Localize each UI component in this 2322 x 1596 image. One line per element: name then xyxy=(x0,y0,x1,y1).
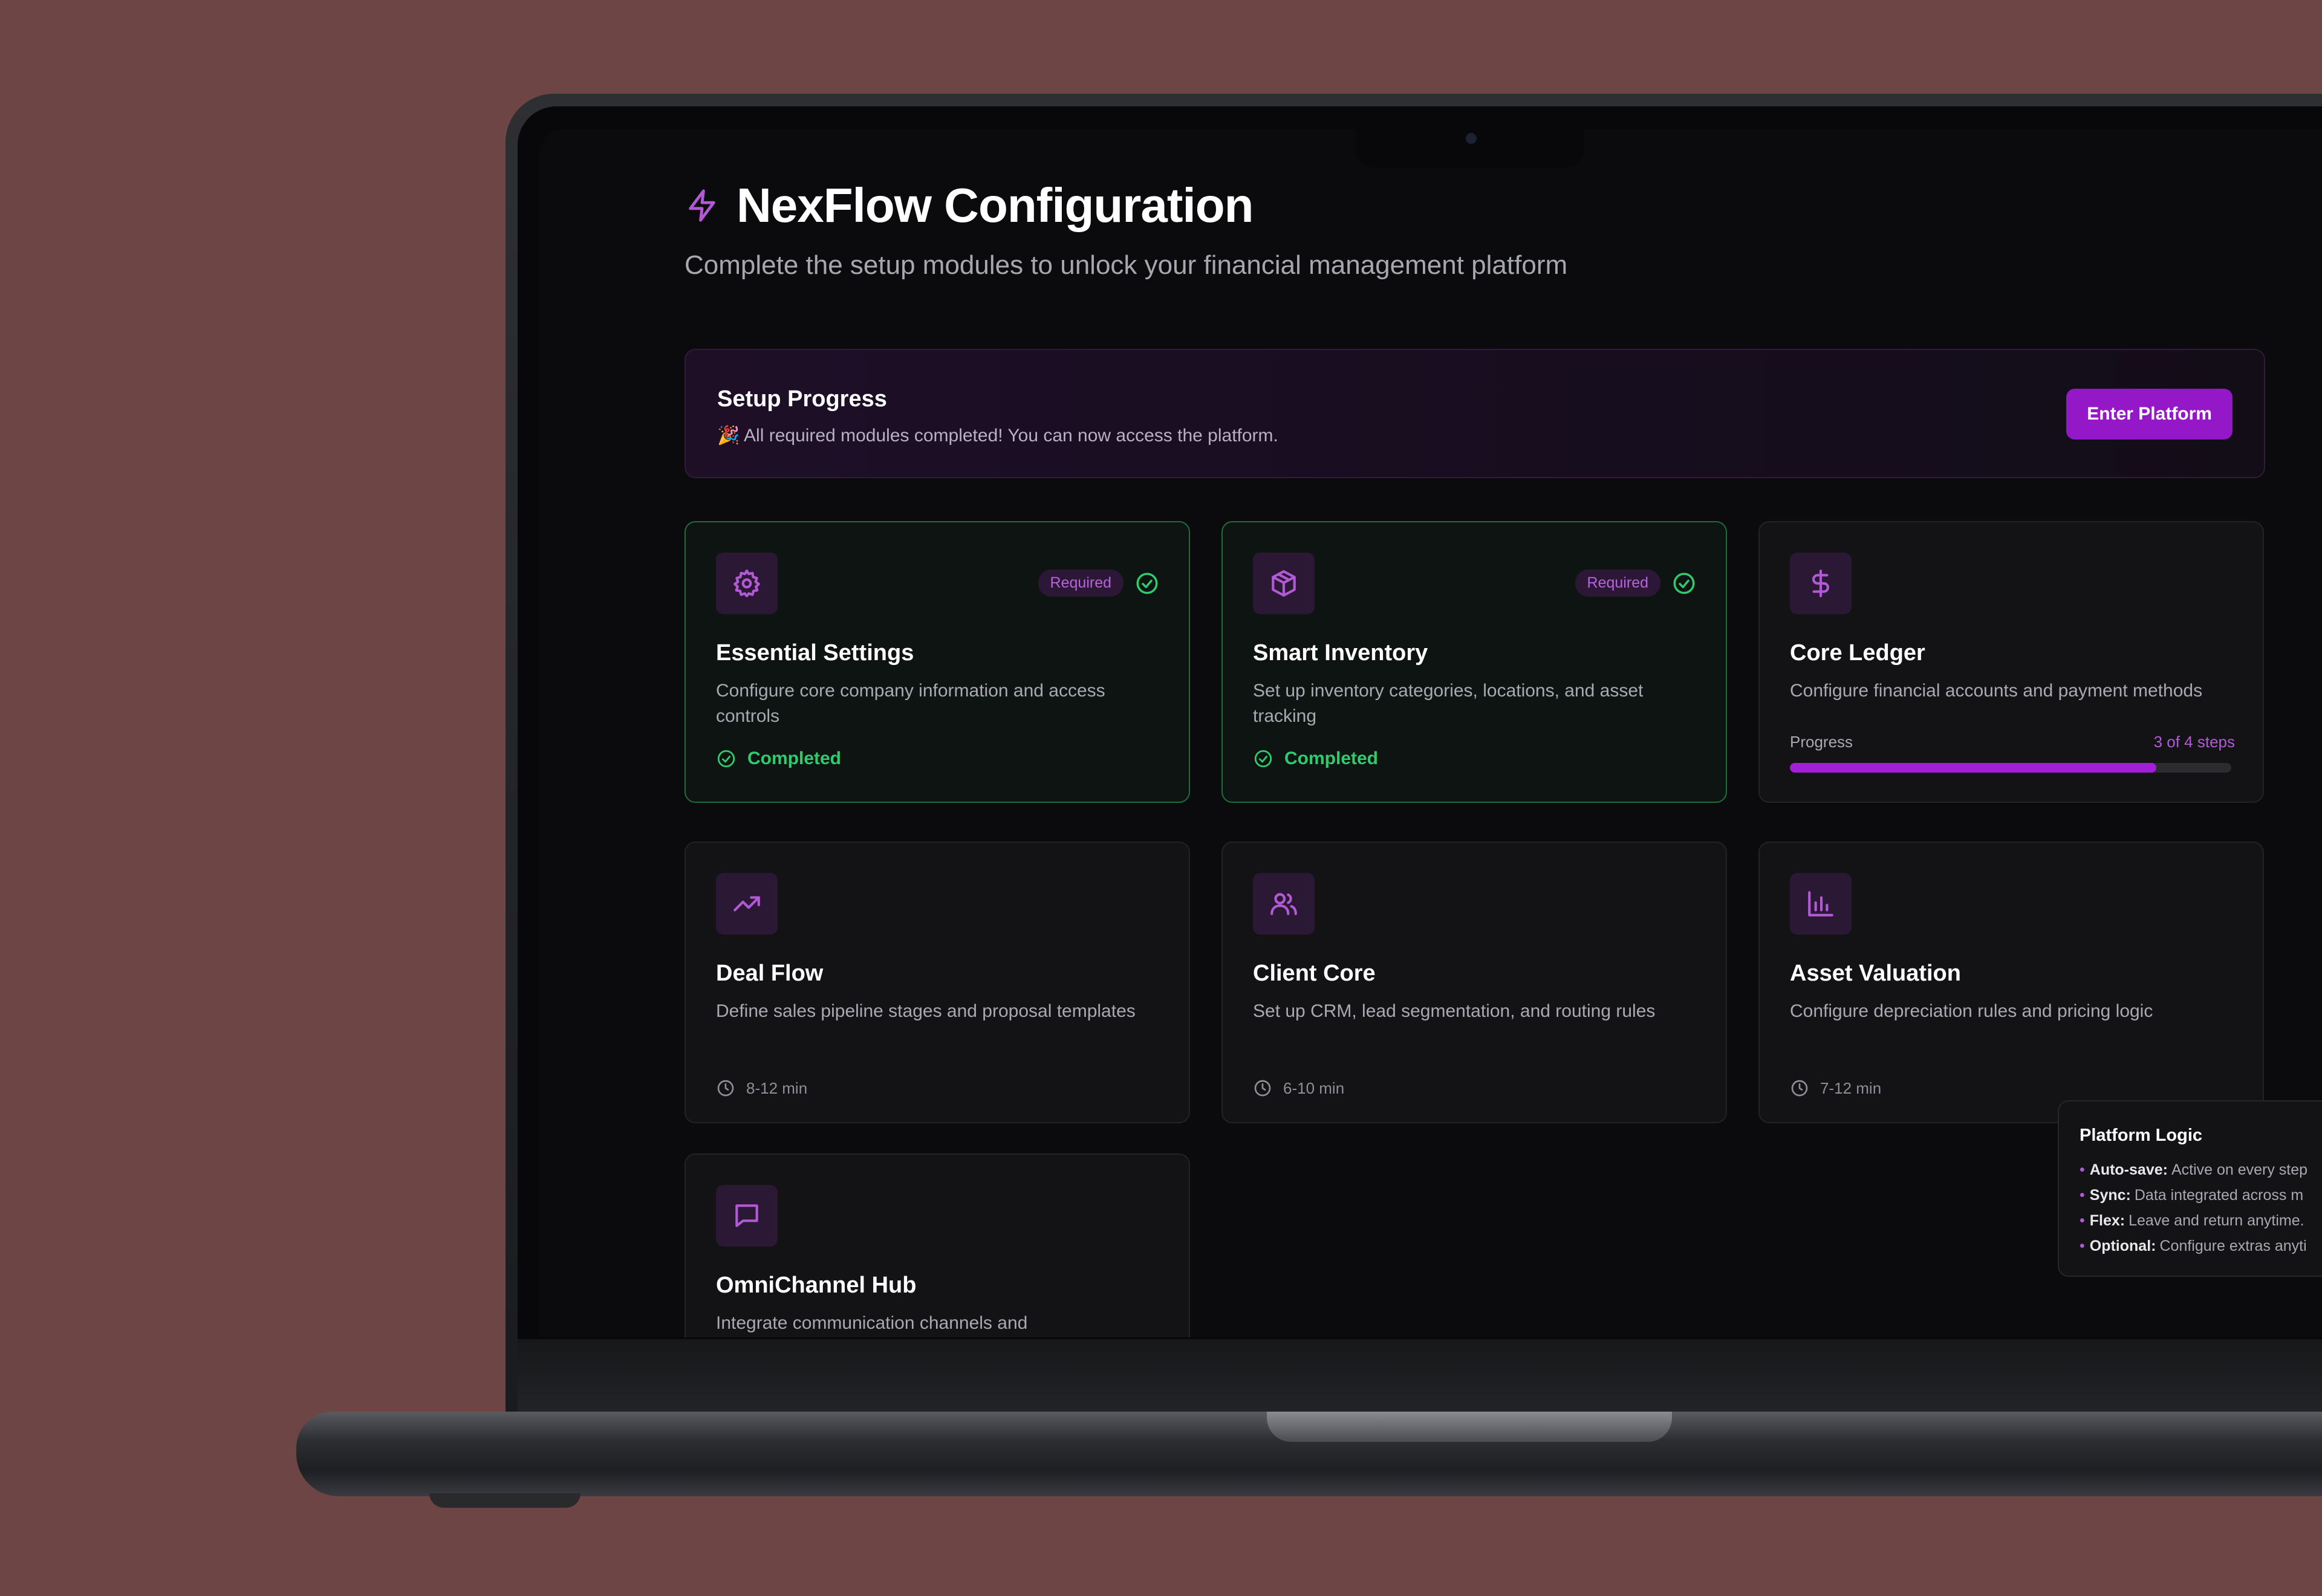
module-time-estimate: 6-10 min xyxy=(1253,1079,1344,1098)
page-title: NexFlow Configuration xyxy=(737,178,1254,232)
module-card-essential-settings[interactable]: Required Essential Settings Configure co… xyxy=(685,521,1190,803)
module-status: Completed xyxy=(1253,748,1378,769)
platform-logic-item: • Flex: Leave and return anytime. xyxy=(2080,1212,2304,1229)
clock-icon xyxy=(1254,1080,1271,1097)
module-status: Completed xyxy=(716,748,841,769)
platform-logic-item: • Optional: Configure extras anyti xyxy=(2080,1238,2307,1254)
module-icon-box xyxy=(1253,553,1315,614)
module-title: Smart Inventory xyxy=(1253,640,1428,666)
module-description: Configure depreciation rules and pricing… xyxy=(1790,1001,2153,1021)
module-time-estimate: 7-12 min xyxy=(1790,1079,1881,1098)
module-icon-box xyxy=(1253,873,1315,935)
progress-label: Progress xyxy=(1790,733,1853,751)
dollar-icon xyxy=(1812,569,1830,597)
screen-chin xyxy=(518,1339,2322,1415)
required-indicator: Required xyxy=(1575,569,1697,597)
module-icon-box xyxy=(1790,873,1852,935)
clock-icon xyxy=(1791,1080,1808,1097)
page-subtitle: Complete the setup modules to unlock you… xyxy=(685,250,1568,280)
laptop-foot xyxy=(429,1493,580,1508)
module-title: Client Core xyxy=(1253,961,1376,986)
module-card-client-core[interactable]: Client Core Set up CRM, lead segmentatio… xyxy=(1221,842,1727,1123)
required-indicator: Required xyxy=(1038,569,1160,597)
setup-progress-banner: Setup Progress 🎉 All required modules co… xyxy=(685,349,2265,478)
module-card-smart-inventory[interactable]: Required Smart Inventory Set up inventor… xyxy=(1221,521,1727,803)
check-circle-icon xyxy=(717,750,735,768)
module-title: OmniChannel Hub xyxy=(716,1273,917,1298)
module-description: Configure core company information and a… xyxy=(716,681,1105,726)
bar-chart-icon xyxy=(1808,891,1833,916)
message-icon xyxy=(735,1204,758,1227)
progress-bar-fill xyxy=(1790,763,2156,773)
module-card-core-ledger[interactable]: Core Ledger Configure financial accounts… xyxy=(1758,521,2264,803)
module-status-label: Completed xyxy=(1284,748,1379,768)
lightning-icon xyxy=(689,189,715,222)
gear-icon xyxy=(733,569,760,597)
setup-progress-title: Setup Progress xyxy=(717,386,887,412)
module-card-asset-valuation[interactable]: Asset Valuation Configure depreciation r… xyxy=(1758,842,2264,1123)
module-title: Deal Flow xyxy=(716,961,824,986)
module-title: Asset Valuation xyxy=(1790,961,1961,986)
module-status-label: Completed xyxy=(747,748,842,768)
setup-progress-message: 🎉 All required modules completed! You ca… xyxy=(717,426,1278,446)
module-description: Configure financial accounts and payment… xyxy=(1790,681,2203,701)
module-description: Set up CRM, lead segmentation, and routi… xyxy=(1253,1001,1656,1021)
platform-logic-item: • Auto-save: Active on every step xyxy=(2080,1161,2308,1178)
required-badge: Required xyxy=(1038,569,1124,597)
trending-up-icon xyxy=(733,896,760,912)
module-time-label: 7-12 min xyxy=(1820,1079,1882,1097)
progress-steps: 3 of 4 steps xyxy=(2153,733,2235,751)
camera-dot xyxy=(1466,133,1477,144)
platform-logic-panel: Platform Logic • Auto-save: Active on ever… xyxy=(2058,1100,2322,1277)
check-circle-icon xyxy=(1136,573,1158,594)
module-card-deal-flow[interactable]: Deal Flow Define sales pipeline stages a… xyxy=(685,842,1190,1123)
page-header: NexFlow Configuration xyxy=(685,178,1254,233)
required-badge: Required xyxy=(1575,569,1660,597)
module-description: Integrate communication channels and xyxy=(716,1313,1028,1333)
users-icon xyxy=(1270,893,1297,915)
module-description: Set up inventory categories, locations, … xyxy=(1253,681,1644,726)
box-icon xyxy=(1272,570,1296,597)
module-icon-box xyxy=(716,873,778,935)
module-time-label: 6-10 min xyxy=(1283,1079,1345,1097)
module-card-omnichannel-hub[interactable]: OmniChannel Hub Integrate communication … xyxy=(685,1153,1190,1337)
camera-notch xyxy=(1356,124,1584,167)
clock-icon xyxy=(717,1080,734,1097)
module-time-estimate: 8-12 min xyxy=(716,1079,807,1098)
module-icon-box xyxy=(1790,553,1852,614)
check-circle-icon xyxy=(1673,573,1695,594)
laptop-opening-notch xyxy=(1267,1412,1672,1442)
module-icon-box xyxy=(716,553,778,614)
module-title: Essential Settings xyxy=(716,640,914,666)
platform-logic-title: Platform Logic xyxy=(2080,1126,2203,1145)
platform-logic-item: • Sync: Data integrated across m xyxy=(2080,1187,2304,1204)
module-icon-box xyxy=(716,1185,778,1247)
progress-bar-track xyxy=(1790,763,2231,773)
platform-logic-list: • Auto-save: Active on every step • Sync: Da… xyxy=(2080,1157,2307,1259)
module-title: Core Ledger xyxy=(1790,640,1925,666)
enter-platform-button[interactable]: Enter Platform xyxy=(2066,389,2233,440)
check-circle-icon xyxy=(1254,750,1272,768)
app-screen: NexFlow Configuration Complete the setup… xyxy=(539,129,2322,1337)
module-time-label: 8-12 min xyxy=(746,1079,808,1097)
module-description: Define sales pipeline stages and proposa… xyxy=(716,1001,1136,1021)
